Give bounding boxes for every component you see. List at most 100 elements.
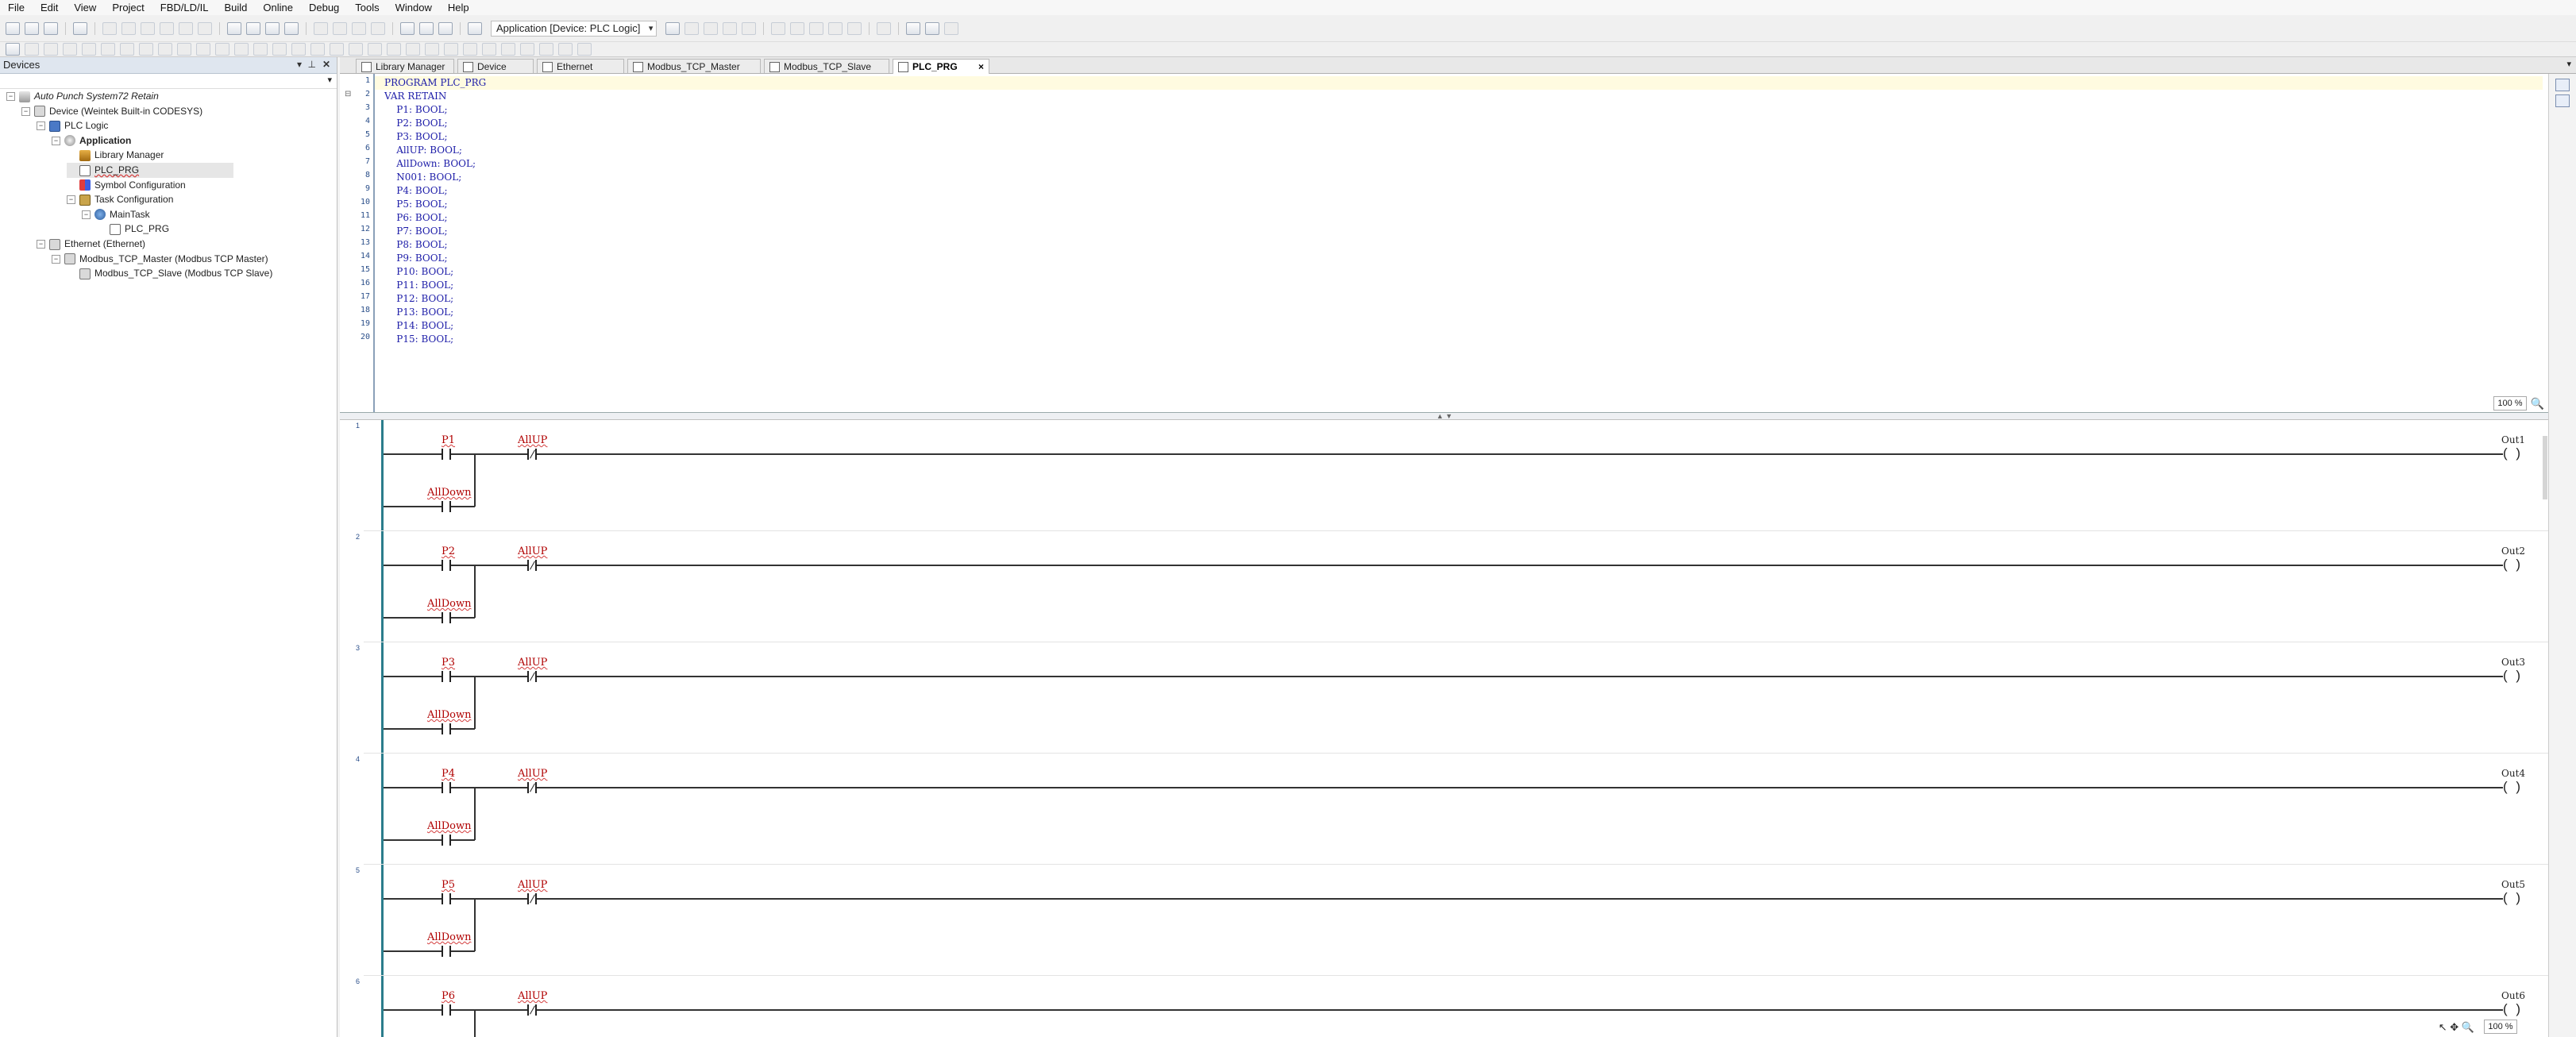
insert-coil-icon[interactable] bbox=[177, 43, 191, 56]
output-coil[interactable] bbox=[2503, 668, 2520, 684]
contact-input[interactable] bbox=[440, 782, 453, 793]
build-icon[interactable] bbox=[419, 21, 434, 35]
tree-item-plc-prg[interactable]: PLC_PRG bbox=[97, 222, 169, 237]
insert-jump-icon[interactable] bbox=[82, 43, 96, 56]
collapse-icon[interactable] bbox=[444, 43, 458, 56]
copy-icon[interactable] bbox=[160, 21, 174, 35]
tree-item-device-weintek-built-in-codesys[interactable]: − Device (Weintek Built-in CODESYS) bbox=[21, 104, 202, 119]
step-over-icon[interactable] bbox=[771, 21, 786, 35]
insert-input-icon[interactable] bbox=[234, 43, 249, 56]
ld-tool-31-icon[interactable] bbox=[577, 43, 592, 56]
tab-ethernet[interactable]: Ethernet bbox=[537, 59, 624, 73]
stop-icon[interactable] bbox=[723, 21, 738, 35]
contact-negated[interactable] bbox=[526, 782, 538, 793]
insert-assignment-icon[interactable] bbox=[63, 43, 77, 56]
contact-negated[interactable] bbox=[526, 1004, 538, 1016]
ld-tool-26-icon[interactable] bbox=[482, 43, 496, 56]
tree-item-auto-punch-system72-retain[interactable]: − Auto Punch System72 Retain bbox=[6, 89, 159, 104]
compile-icon[interactable] bbox=[438, 21, 453, 35]
menu-build[interactable]: Build bbox=[216, 0, 255, 15]
collapse-toggle-icon[interactable]: − bbox=[67, 195, 75, 205]
set-reset-icon[interactable] bbox=[310, 43, 325, 56]
contact-variable-label[interactable]: AllUP bbox=[518, 434, 547, 446]
contact-variable-label[interactable]: AllUP bbox=[518, 990, 547, 1002]
contact-parallel[interactable] bbox=[440, 946, 453, 957]
window-icon[interactable] bbox=[400, 21, 415, 35]
output-coil[interactable] bbox=[2503, 779, 2520, 795]
open-icon[interactable] bbox=[25, 21, 39, 35]
collapse-icon[interactable]: ⊟ bbox=[345, 90, 351, 98]
insert-parallel-contact-icon[interactable] bbox=[158, 43, 172, 56]
devices-view-selector[interactable]: ▾ bbox=[0, 74, 337, 89]
contact-variable-label[interactable]: AllDown bbox=[427, 487, 471, 499]
coil-variable-label[interactable]: Out3 bbox=[2501, 657, 2525, 668]
menu-tools[interactable]: Tools bbox=[347, 0, 387, 15]
contact-input[interactable] bbox=[440, 560, 453, 571]
tree-item-ethernet-ethernet[interactable]: − Ethernet (Ethernet) bbox=[37, 237, 145, 252]
contact-variable-label[interactable]: P5 bbox=[442, 879, 455, 891]
tab-library-manager[interactable]: Library Manager bbox=[356, 59, 454, 73]
tree-item-application[interactable]: − Application bbox=[52, 133, 131, 148]
contact-negated[interactable] bbox=[526, 893, 538, 904]
collapse-toggle-icon[interactable]: − bbox=[52, 136, 60, 145]
contact-variable-label[interactable]: AllDown bbox=[427, 598, 471, 610]
coil-variable-label[interactable]: Out4 bbox=[2501, 768, 2525, 779]
comment-icon[interactable] bbox=[368, 43, 382, 56]
branch-icon[interactable] bbox=[330, 43, 344, 56]
output-coil[interactable] bbox=[2503, 445, 2520, 461]
contact-variable-label[interactable]: AllDown bbox=[427, 931, 471, 943]
tree-item-library-manager[interactable]: Library Manager bbox=[67, 148, 164, 163]
login-icon[interactable] bbox=[665, 21, 681, 35]
bookmark-clear-icon[interactable] bbox=[371, 21, 385, 35]
ld-tool-28-icon[interactable] bbox=[520, 43, 534, 56]
contact-variable-label[interactable]: P1 bbox=[442, 434, 455, 446]
dropdown-icon[interactable]: ▾ bbox=[297, 59, 302, 70]
contact-input[interactable] bbox=[440, 893, 453, 904]
undo-icon[interactable] bbox=[102, 21, 117, 35]
run-to-cursor-icon[interactable] bbox=[828, 21, 843, 35]
menu-window[interactable]: Window bbox=[388, 0, 440, 15]
tab-modbus-tcp-master[interactable]: Modbus_TCP_Master bbox=[627, 59, 761, 73]
bookmark-prev-icon[interactable] bbox=[352, 21, 366, 35]
contact-negated[interactable] bbox=[526, 671, 538, 682]
ld-tool-29-icon[interactable] bbox=[539, 43, 553, 56]
print-icon[interactable] bbox=[73, 21, 87, 35]
contact-input[interactable] bbox=[440, 1004, 453, 1016]
ladder-zoom[interactable]: 100 % bbox=[2484, 1020, 2517, 1034]
tree-item-modbus-tcp-slave-modbus-tcp-slave[interactable]: Modbus_TCP_Slave (Modbus TCP Slave) bbox=[67, 266, 272, 281]
edge-detect-icon[interactable] bbox=[291, 43, 306, 56]
step-out-icon[interactable] bbox=[809, 21, 824, 35]
tab-modbus-tcp-slave[interactable]: Modbus_TCP_Slave bbox=[764, 59, 889, 73]
new-icon[interactable] bbox=[6, 21, 20, 35]
tree-item-task-configuration[interactable]: − Task Configuration bbox=[67, 192, 173, 207]
device-icon[interactable] bbox=[468, 21, 482, 35]
ld-tool-30-icon[interactable] bbox=[558, 43, 573, 56]
contact-parallel[interactable] bbox=[440, 501, 453, 512]
coil-variable-label[interactable]: Out6 bbox=[2501, 990, 2525, 1001]
save-icon[interactable] bbox=[44, 21, 58, 35]
coil-variable-label[interactable]: Out1 bbox=[2501, 434, 2525, 445]
contact-parallel[interactable] bbox=[440, 835, 453, 846]
editor-splitter[interactable]: ▲ ▼ bbox=[340, 413, 2549, 420]
contact-variable-label[interactable]: AllDown bbox=[427, 709, 471, 721]
insert-return-icon[interactable] bbox=[101, 43, 115, 56]
contact-variable-label[interactable]: AllUP bbox=[518, 545, 547, 557]
move-left-icon[interactable] bbox=[406, 43, 420, 56]
menu-fbd-ld-il[interactable]: FBD/LD/IL bbox=[152, 0, 217, 15]
insert-reset-coil-icon[interactable] bbox=[215, 43, 229, 56]
toggle-icon[interactable] bbox=[387, 43, 401, 56]
replace-icon[interactable] bbox=[246, 21, 260, 35]
contact-parallel[interactable] bbox=[440, 723, 453, 734]
paste-icon[interactable] bbox=[179, 21, 193, 35]
properties-icon[interactable] bbox=[2555, 94, 2570, 107]
insert-network-icon[interactable] bbox=[6, 43, 20, 56]
menu-project[interactable]: Project bbox=[104, 0, 152, 15]
insert-output-icon[interactable] bbox=[253, 43, 268, 56]
step-into-icon[interactable] bbox=[790, 21, 805, 35]
insert-box-icon[interactable] bbox=[44, 43, 58, 56]
collapse-toggle-icon[interactable]: − bbox=[52, 254, 60, 264]
contact-variable-label[interactable]: P6 bbox=[442, 990, 455, 1002]
bookmark-toggle-icon[interactable] bbox=[314, 21, 328, 35]
menu-file[interactable]: File bbox=[0, 0, 33, 15]
contact-variable-label[interactable]: AllUP bbox=[518, 657, 547, 669]
